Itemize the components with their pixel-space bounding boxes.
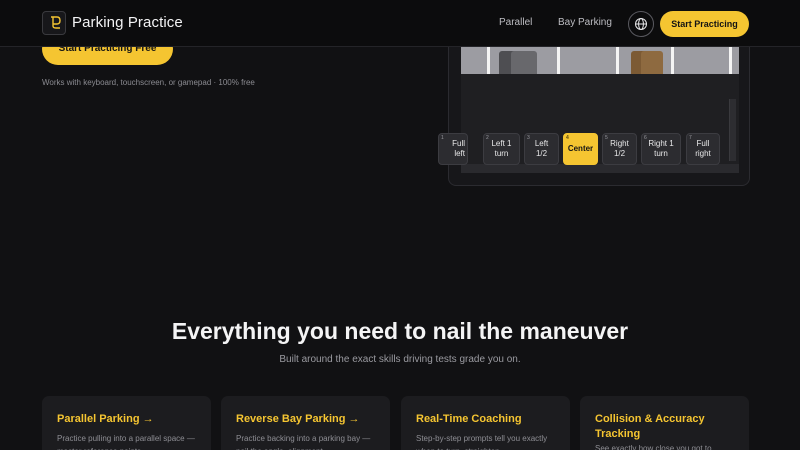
features-subtitle: Built around the exact skills driving te… [279,354,521,365]
feature-card-tracking: Collision & Accuracy Tracking See exactl… [580,396,749,450]
steer-button-full-right[interactable]: 7 Full right [686,133,720,165]
start-practicing-button[interactable]: Start Practicing [660,11,749,37]
feature-card-bay[interactable]: Reverse Bay Parking → Practice backing i… [221,396,390,450]
steer-button-left-half[interactable]: 3 Left 1/2 [524,133,559,165]
nav-link-parallel[interactable]: Parallel [499,17,532,28]
nav-link-bay-parking[interactable]: Bay Parking [558,17,612,28]
site-header: Parking Practice Parallel Bay Parking St… [0,0,800,47]
parked-car [511,51,537,74]
logo-icon[interactable] [42,11,66,35]
feature-title: Real-Time Coaching [416,413,522,425]
features-title: Everything you need to nail the maneuver [171,318,629,344]
hero-note: Works with keyboard, touchscreen, or gam… [42,78,255,87]
feature-description: Practice pulling into a parallel space —… [57,434,195,450]
globe-icon [635,18,647,30]
feature-title[interactable]: Parallel Parking → [57,412,202,427]
feature-card-coaching: Real-Time Coaching Step-by-step prompts … [401,396,570,450]
brand-name[interactable]: Parking Practice [72,14,183,31]
steer-button-center[interactable]: 4 Center [563,133,598,165]
feature-description: See exactly how close you got to [595,444,712,450]
feature-title[interactable]: Reverse Bay Parking → [236,412,381,427]
steer-button-left-1-turn[interactable]: 2 Left 1 turn [483,133,520,165]
steer-button-right-1-turn[interactable]: 6 Right 1 turn [641,133,681,165]
feature-card-parallel[interactable]: Parallel Parking → Practice pulling into… [42,396,211,450]
steer-button-full-left[interactable]: 1 Full left [438,133,468,165]
panel-scroll-edge [729,99,736,161]
language-button[interactable] [628,11,654,37]
panel-scrollbar[interactable] [461,164,739,173]
steer-button-right-half[interactable]: 5 Right 1/2 [602,133,637,165]
feature-description: Practice backing into a parking bay — na… [236,434,371,450]
feature-description: Step-by-step prompts tell you exactly wh… [416,434,548,450]
feature-title: Collision & Accuracy Tracking [595,413,705,440]
player-car-roof [641,51,663,74]
